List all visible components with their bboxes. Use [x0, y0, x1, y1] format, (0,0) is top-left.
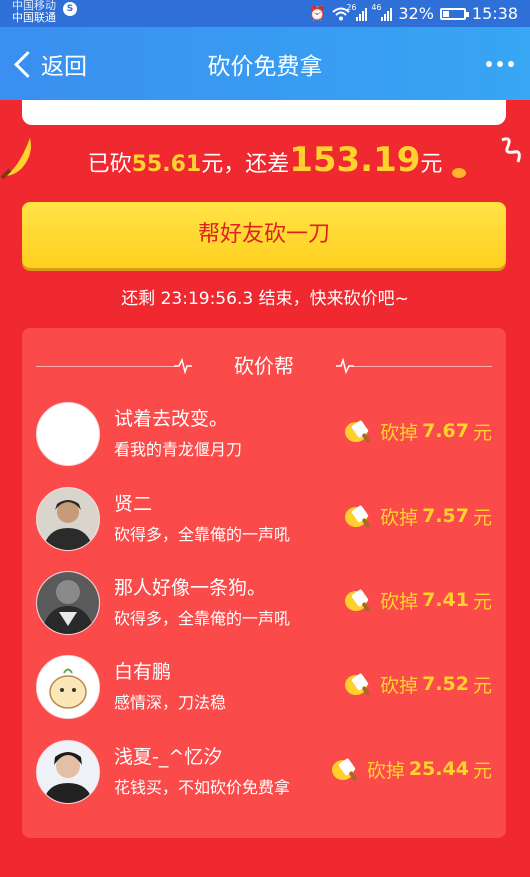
divider: [352, 366, 492, 367]
cleaver-icon: [345, 589, 370, 612]
avatar[interactable]: [36, 487, 100, 551]
battery-icon: [439, 7, 469, 20]
cut-value: 7.52: [422, 673, 469, 695]
avatar-photo-icon: [37, 656, 99, 718]
helper-message: 砍得多，全靠俺的一声吼: [114, 525, 291, 544]
bargain-progress: 已砍55.61元，还差153.19元: [0, 140, 530, 180]
helper-name: 那人好像一条狗。: [114, 577, 267, 599]
cut-amount: 55.61: [131, 152, 202, 177]
avatar[interactable]: [36, 655, 100, 719]
cleaver-icon: [345, 420, 370, 443]
status-icons: ⏰ 26 46 32% 15:38: [309, 0, 518, 27]
helper-row: 那人好像一条狗。 砍得多，全靠俺的一声吼 砍掉 7.41 元: [36, 571, 492, 641]
cut-amount-badge: 砍掉 25.44 元: [331, 755, 492, 783]
helper-message: 花钱买，不如砍价免费拿: [114, 778, 291, 797]
network-type-1: 26: [346, 2, 357, 12]
cut-label: 砍掉: [380, 590, 419, 613]
remain-amount: 153.19: [289, 140, 421, 180]
countdown-text: 还剩 23:19:56.3 结束，快来砍价吧~: [121, 289, 409, 309]
cut-value: 7.41: [422, 589, 469, 611]
signal-icon-2: 46: [371, 3, 393, 21]
helper-message: 砍得多，全靠俺的一声吼: [114, 609, 291, 628]
helper-message: 感情深，刀法稳: [114, 693, 227, 712]
cleaver-icon: [331, 758, 357, 781]
carrier-1: 中国移动: [12, 0, 56, 12]
helper-message: 看我的青龙偃月刀: [114, 440, 243, 459]
alarm-icon: ⏰: [308, 5, 327, 22]
helper-row: 浅夏-_^忆汐 花钱买，不如砍价免费拿 砍掉 25.44 元: [36, 740, 492, 810]
cut-label: 砍掉: [380, 421, 419, 444]
cut-prefix: 已砍: [87, 152, 132, 177]
cut-value: 25.44: [408, 758, 469, 780]
cut-unit: 元: [472, 759, 492, 782]
helper-row: 试着去改变。 看我的青龙偃月刀 砍掉 7.67 元: [36, 402, 492, 472]
cut-unit: 元: [472, 674, 492, 697]
helper-row: 白有鹏 感情深，刀法稳 砍掉 7.52 元: [36, 655, 492, 725]
panel-title: 砍价帮: [234, 354, 294, 378]
battery-percent: 32%: [398, 4, 434, 23]
helper-name: 白有鹏: [114, 661, 172, 683]
avatar[interactable]: [36, 571, 100, 635]
more-dot-icon: [497, 61, 503, 67]
helper-name: 试着去改变。: [114, 408, 229, 430]
avatar-photo-icon: [37, 741, 99, 803]
helper-name: 浅夏-_^忆汐: [114, 746, 223, 768]
cut-amount-badge: 砍掉 7.52 元: [344, 670, 492, 698]
carrier-2: 中国联通: [12, 11, 56, 24]
cut-amount-badge: 砍掉 7.41 元: [344, 586, 492, 614]
cut-unit: 元: [472, 421, 492, 444]
helpers-panel: 砍价帮 试着去改变。 看我的青龙偃月刀 砍掉 7.67 元 贤二 砍得多，全靠俺…: [22, 328, 506, 838]
help-friend-cut-button[interactable]: 帮好友砍一刀: [22, 202, 506, 268]
cut-value: 7.57: [422, 505, 469, 527]
cut-unit: 元: [472, 590, 492, 613]
page-title: 砍价免费拿: [207, 54, 323, 80]
cut-value: 7.67: [422, 420, 469, 442]
avatar-photo-icon: [37, 488, 99, 550]
more-dot-icon: [486, 61, 492, 67]
nav-bar: 返回 砍价免费拿: [0, 27, 530, 100]
product-card-bottom: [22, 100, 506, 125]
cleaver-icon: [345, 505, 370, 528]
more-dot-icon: [508, 61, 514, 67]
remain-suffix: 元: [420, 152, 443, 177]
status-bar: 中国移动 中国联通 S ⏰ 26 46 32% 15:38: [0, 0, 530, 27]
clock: 15:38: [471, 4, 518, 23]
cut-unit: 元: [472, 506, 492, 529]
helper-name: 贤二: [114, 493, 153, 515]
network-type-2: 46: [371, 2, 382, 12]
avatar-photo-icon: [37, 572, 99, 634]
sim-icon: S: [63, 2, 77, 16]
avatar[interactable]: [36, 740, 100, 804]
more-options-button[interactable]: [486, 61, 514, 67]
cut-label: 砍掉: [380, 506, 419, 529]
carrier-info: 中国移动 中国联通: [12, 0, 56, 24]
helper-row: 贤二 砍得多，全靠俺的一声吼 砍掉 7.57 元: [36, 487, 492, 557]
cut-label: 砍掉: [366, 759, 405, 782]
cut-suffix: 元，还差: [201, 152, 290, 177]
avatar[interactable]: [36, 402, 100, 466]
cleaver-icon: [345, 673, 370, 696]
signal-icon-1: 26: [346, 3, 368, 21]
cut-amount-badge: 砍掉 7.67 元: [344, 417, 492, 445]
cut-label: 砍掉: [380, 674, 419, 697]
cut-amount-badge: 砍掉 7.57 元: [344, 502, 492, 530]
